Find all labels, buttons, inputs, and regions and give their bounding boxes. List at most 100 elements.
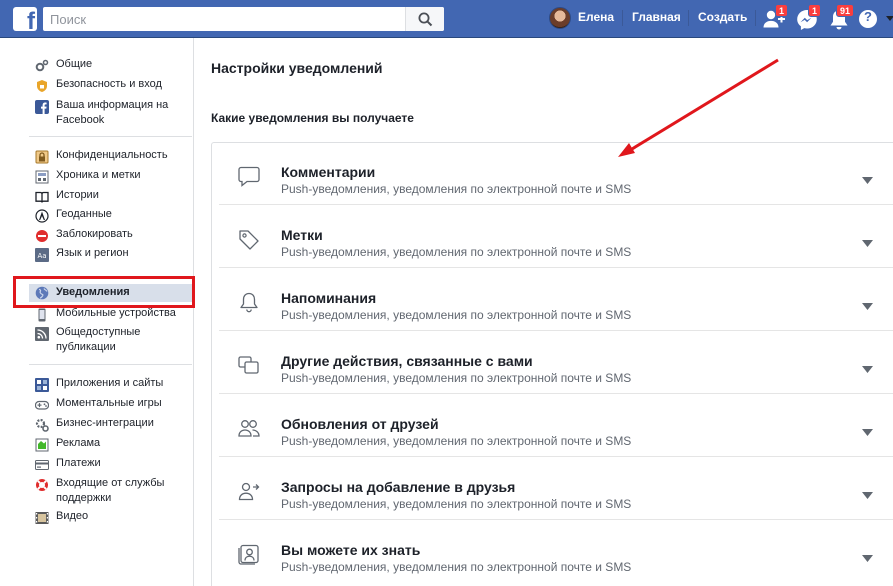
people-you-may-know-icon bbox=[238, 544, 259, 565]
gamepad-icon bbox=[35, 400, 49, 410]
notification-settings-panel: Комментарии Push-уведомления, уведомлени… bbox=[211, 142, 893, 586]
activity-icon bbox=[238, 356, 259, 374]
profile-name: Елена bbox=[578, 10, 615, 24]
language-icon: Aa bbox=[35, 248, 49, 262]
row-title: Запросы на добавление в друзья bbox=[281, 479, 516, 495]
friends-icon bbox=[238, 420, 260, 437]
notification-row-tags[interactable]: Метки Push-уведомления, уведомления по э… bbox=[219, 206, 893, 268]
book-icon bbox=[35, 191, 49, 203]
tag-icon bbox=[239, 230, 259, 250]
sidebar-item-apps[interactable]: Приложения и сайты bbox=[35, 376, 190, 392]
chevron-down-icon[interactable] bbox=[862, 555, 873, 562]
messages-badge: 1 bbox=[808, 4, 822, 17]
row-title: Другие действия, связанные с вами bbox=[281, 353, 533, 369]
sidebar-item-label: Приложения и сайты bbox=[56, 377, 164, 389]
help-button[interactable]: ? bbox=[857, 6, 883, 30]
chevron-down-icon[interactable] bbox=[862, 177, 873, 184]
sidebar-item-videos[interactable]: Видео bbox=[35, 509, 190, 525]
sidebar-item-stories[interactable]: Истории bbox=[35, 188, 190, 204]
sidebar-item-mobile[interactable]: Мобильные устройства bbox=[35, 306, 190, 322]
film-icon bbox=[35, 512, 49, 524]
svg-text:Aa: Aa bbox=[37, 252, 46, 260]
row-subtitle: Push-уведомления, уведомления по электро… bbox=[281, 434, 632, 448]
row-subtitle: Push-уведомления, уведомления по электро… bbox=[281, 245, 632, 259]
sidebar-item-language[interactable]: Aa Язык и регион bbox=[35, 246, 190, 262]
sidebar-item-security[interactable]: Безопасность и вход bbox=[35, 77, 190, 93]
nav-separator bbox=[755, 10, 756, 26]
business-gear-icon bbox=[35, 418, 49, 432]
sidebar-item-blocking[interactable]: Заблокировать bbox=[35, 227, 190, 243]
create-link[interactable]: Создать bbox=[698, 10, 747, 24]
sidebar-item-label: Язык и регион bbox=[56, 247, 129, 259]
payments-icon bbox=[35, 460, 49, 470]
home-link[interactable]: Главная bbox=[632, 10, 681, 24]
block-icon bbox=[36, 230, 48, 242]
sidebar-item-general[interactable]: Общие bbox=[35, 57, 190, 73]
sidebar-item-label: Геоданные bbox=[56, 208, 112, 220]
sidebar-divider bbox=[29, 364, 192, 365]
row-title: Обновления от друзей bbox=[281, 416, 439, 432]
chevron-down-icon[interactable] bbox=[862, 492, 873, 499]
sidebar-item-label: Конфиденциальность bbox=[56, 149, 168, 161]
section-title: Какие уведомления вы получаете bbox=[211, 111, 414, 125]
sidebar-item-location[interactable]: Геоданные bbox=[35, 207, 190, 223]
row-subtitle: Push-уведомления, уведомления по электро… bbox=[281, 497, 632, 511]
friend-requests-button[interactable]: 1 bbox=[762, 4, 789, 30]
lifebuoy-icon bbox=[36, 479, 48, 491]
sidebar-item-label: Хроника и метки bbox=[56, 169, 141, 181]
sidebar-item-label: Общедоступные публикации bbox=[56, 326, 141, 353]
row-subtitle: Push-уведомления, уведомления по электро… bbox=[281, 182, 632, 196]
sidebar-item-label: Реклама bbox=[56, 437, 101, 449]
row-subtitle: Push-уведомления, уведомления по электро… bbox=[281, 308, 632, 322]
add-friend-icon bbox=[238, 482, 260, 501]
search-button[interactable] bbox=[405, 7, 444, 31]
sidebar-item-label: Бизнес-интеграции bbox=[56, 417, 154, 429]
page-title: Настройки уведомлений bbox=[211, 60, 383, 76]
notification-row-friend-updates[interactable]: Обновления от друзей Push-уведомления, у… bbox=[219, 395, 893, 457]
sidebar-item-label: Ваша информация на Facebook bbox=[56, 99, 169, 126]
notification-row-reminders[interactable]: Напоминания Push-уведомления, уведомлени… bbox=[219, 269, 893, 331]
bell-icon bbox=[240, 292, 258, 313]
sidebar-item-timeline-tagging[interactable]: Хроника и метки bbox=[35, 168, 190, 184]
notification-row-other-activity[interactable]: Другие действия, связанные с вами Push-у… bbox=[219, 332, 893, 394]
sidebar-item-label: Мобильные устройства bbox=[56, 307, 176, 319]
comment-icon bbox=[238, 166, 260, 187]
sidebar-item-payments[interactable]: Платежи bbox=[35, 456, 190, 472]
sidebar-divider-vertical bbox=[193, 38, 194, 586]
sidebar-item-label: Входящие от службы поддержки bbox=[56, 477, 165, 504]
search-icon bbox=[418, 12, 433, 27]
sidebar-item-business-integrations[interactable]: Бизнес-интеграции bbox=[35, 416, 190, 432]
timeline-icon bbox=[35, 170, 49, 184]
ads-icon bbox=[35, 438, 49, 452]
sidebar-item-instant-games[interactable]: Моментальные игры bbox=[35, 396, 190, 412]
sidebar-item-label: Платежи bbox=[56, 457, 101, 469]
shield-icon bbox=[37, 80, 47, 92]
mobile-icon bbox=[38, 308, 46, 322]
account-menu-arrow-icon[interactable] bbox=[886, 16, 893, 21]
sidebar-item-privacy[interactable]: Конфиденциальность bbox=[35, 148, 190, 164]
sidebar-item-label: Видео bbox=[56, 510, 89, 522]
sidebar-item-ads[interactable]: Реклама bbox=[35, 436, 190, 452]
chevron-down-icon[interactable] bbox=[862, 366, 873, 373]
notifications-button[interactable]: 91 bbox=[827, 4, 855, 30]
sidebar-item-label: Истории bbox=[56, 189, 99, 201]
chevron-down-icon[interactable] bbox=[862, 303, 873, 310]
sidebar-item-label: Безопасность и вход bbox=[56, 78, 162, 90]
notification-row-people-you-may-know[interactable]: Вы можете их знать Push-уведомления, уве… bbox=[219, 521, 893, 583]
notification-row-comments[interactable]: Комментарии Push-уведомления, уведомлени… bbox=[219, 143, 893, 205]
sidebar-item-your-facebook-info[interactable]: Ваша информация на Facebook bbox=[35, 98, 190, 129]
chevron-down-icon[interactable] bbox=[862, 240, 873, 247]
help-glyph: ? bbox=[864, 9, 872, 24]
sidebar-item-support-inbox[interactable]: Входящие от службы поддержки bbox=[35, 476, 190, 507]
notifications-badge: 91 bbox=[836, 4, 855, 17]
chevron-down-icon[interactable] bbox=[862, 429, 873, 436]
sidebar-item-public-posts[interactable]: Общедоступные публикации bbox=[35, 325, 190, 356]
row-subtitle: Push-уведомления, уведомления по электро… bbox=[281, 560, 632, 574]
nav-separator bbox=[688, 10, 689, 26]
notification-row-friend-requests[interactable]: Запросы на добавление в друзья Push-увед… bbox=[219, 458, 893, 520]
row-subtitle: Push-уведомления, уведомления по электро… bbox=[281, 371, 632, 385]
messenger-button[interactable]: 1 bbox=[795, 4, 822, 30]
lock-icon bbox=[35, 150, 49, 164]
apps-icon bbox=[35, 378, 49, 392]
rss-icon bbox=[35, 327, 49, 341]
